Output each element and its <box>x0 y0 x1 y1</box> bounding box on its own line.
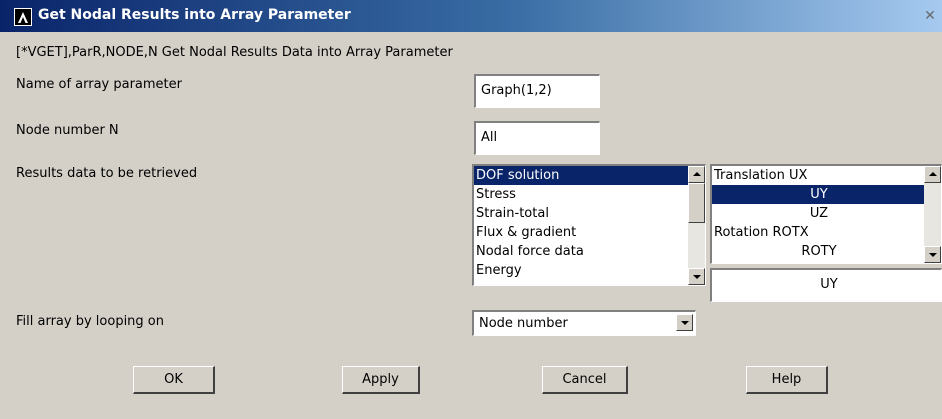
fill-array-label: Fill array by looping on <box>16 314 164 329</box>
scroll-up-button[interactable] <box>924 166 941 183</box>
component-scrollbar[interactable] <box>924 166 941 263</box>
component-value-field[interactable]: UY <box>710 268 942 302</box>
results-data-label: Results data to be retrieved <box>16 166 198 181</box>
scroll-up-button[interactable] <box>688 166 705 183</box>
list-item[interactable]: Stress <box>474 185 688 204</box>
array-name-label: Name of array parameter <box>16 77 182 92</box>
list-item[interactable]: Flux & gradient <box>474 223 688 242</box>
title-bar[interactable]: Get Nodal Results into Array Parameter ✕ <box>0 0 942 32</box>
scroll-down-button[interactable] <box>924 246 941 263</box>
component-list[interactable]: Translation UX UY UZ Rotation ROTX ROTY <box>710 164 942 264</box>
command-description: [*VGET],ParR,NODE,N Get Nodal Results Da… <box>16 45 453 60</box>
node-number-label: Node number N <box>16 123 119 138</box>
ok-button[interactable]: OK <box>133 366 215 394</box>
arrow-up-icon <box>929 172 937 176</box>
results-data-list[interactable]: DOF solution Stress Strain-total Flux & … <box>472 164 706 286</box>
arrow-down-icon <box>693 275 701 279</box>
list-item[interactable]: Energy <box>474 261 688 280</box>
close-icon[interactable]: ✕ <box>923 9 937 23</box>
list-item[interactable]: DOF solution <box>474 166 688 185</box>
ansys-logo-icon <box>14 8 32 26</box>
results-scrollbar[interactable] <box>688 166 705 285</box>
dialog-window: Get Nodal Results into Array Parameter ✕… <box>0 0 942 419</box>
list-item[interactable]: Nodal force data <box>474 242 688 261</box>
list-item[interactable]: UZ <box>712 204 924 223</box>
list-item[interactable]: Strain-total <box>474 204 688 223</box>
arrow-down-icon <box>929 253 937 257</box>
apply-button[interactable]: Apply <box>342 366 420 394</box>
list-item[interactable]: ROTY <box>712 242 924 261</box>
list-item[interactable]: Rotation ROTX <box>712 223 924 242</box>
arrow-up-icon <box>693 172 701 176</box>
array-name-input[interactable]: Graph(1,2) <box>474 74 600 108</box>
scroll-down-button[interactable] <box>688 268 705 285</box>
help-button[interactable]: Help <box>746 366 828 394</box>
fill-array-value: Node number <box>479 316 568 331</box>
dialog-title: Get Nodal Results into Array Parameter <box>38 7 351 23</box>
dropdown-button[interactable] <box>676 314 693 331</box>
fill-array-select[interactable]: Node number <box>472 310 696 336</box>
node-number-input[interactable]: All <box>474 121 600 155</box>
scroll-thumb[interactable] <box>688 183 705 223</box>
cancel-button[interactable]: Cancel <box>542 366 628 394</box>
list-item[interactable]: Translation UX <box>712 166 924 185</box>
chevron-down-icon <box>681 321 689 325</box>
list-item[interactable]: UY <box>712 185 924 204</box>
